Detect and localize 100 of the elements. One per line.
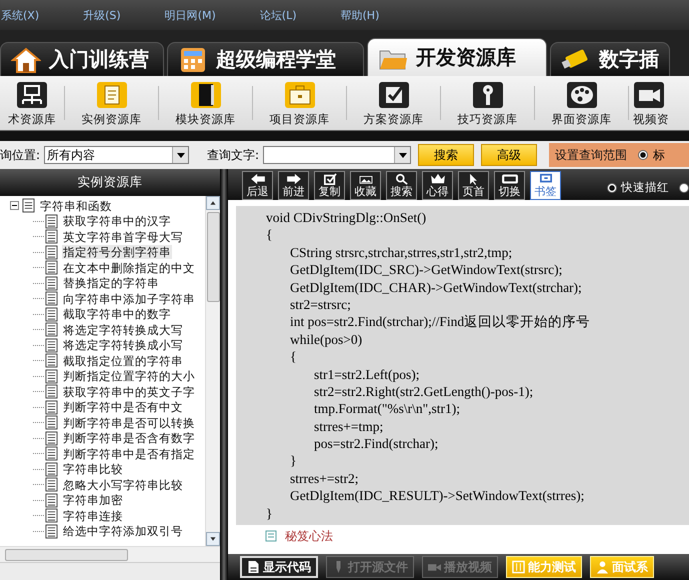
document-icon	[45, 415, 58, 430]
main-tab[interactable]: 开发资源库	[367, 38, 547, 76]
grid-icon	[512, 560, 525, 574]
menu-item[interactable]: 系统(X)	[1, 8, 40, 22]
code-line: GetDlgItem(IDC_SRC)->GetWindowText(strsrc);	[289, 261, 564, 279]
library-button[interactable]: 视频资	[629, 80, 675, 126]
toolbar-button[interactable]: 前进	[278, 171, 309, 200]
scrollbar-thumb[interactable]	[206, 212, 220, 302]
tree-item[interactable]: 指定符号分割字符串	[62, 245, 172, 260]
document-icon	[45, 368, 58, 384]
bottom-button[interactable]: 显示代码	[240, 556, 318, 578]
toolbar-button[interactable]: 页首	[458, 171, 489, 200]
document-icon	[45, 229, 58, 244]
scrollbar-thumb[interactable]	[5, 548, 128, 560]
radio-label: 标	[653, 146, 666, 164]
toolbar-button[interactable]: 收藏	[350, 171, 381, 200]
main-tab[interactable]: 入门训练营	[0, 42, 164, 76]
toolbar-button[interactable]: 搜索	[386, 171, 417, 200]
tree-item[interactable]: 判断字符中是否有中文	[62, 400, 184, 414]
toolbar-button[interactable]: 复制	[314, 171, 345, 200]
toolbar-button[interactable]: 书签	[530, 171, 561, 200]
tab-label: 开发资源库	[416, 44, 516, 71]
library-button[interactable]: 界面资源库	[535, 80, 628, 126]
collapse-toggle[interactable]	[10, 201, 19, 210]
tree-item[interactable]: 截取字符串中的数字	[62, 307, 172, 322]
code-line: }	[289, 452, 298, 470]
library-button[interactable]: 技巧资源库	[441, 80, 534, 126]
tab-label: 数字插	[599, 46, 659, 73]
tree-item[interactable]: 判断字符串中是否有指定	[62, 446, 196, 461]
radio-button[interactable]	[638, 150, 648, 160]
document-icon	[45, 384, 58, 400]
document-icon	[247, 560, 260, 574]
toolbar-button[interactable]: 心得	[422, 171, 453, 200]
tree-item[interactable]: 字符串加密	[62, 493, 124, 508]
code-line: strres+=tmp;	[313, 418, 384, 436]
document-icon	[45, 430, 58, 446]
library-button[interactable]: 方案资源库	[347, 80, 440, 126]
tree-item[interactable]: 判断字符串是否含有数字	[62, 431, 196, 446]
search-button[interactable]: 搜索	[418, 144, 474, 166]
tree-item[interactable]: 判断指定位置字符的大小	[62, 369, 196, 384]
document-icon	[45, 462, 58, 477]
tree-item[interactable]: 将选定字符转换成大写	[62, 322, 184, 337]
radio-button[interactable]	[607, 182, 617, 192]
document-icon	[22, 198, 35, 214]
section-heading: 秘笈心法	[285, 528, 333, 545]
menu-item[interactable]: 明日网(M)	[164, 8, 216, 22]
tree-item[interactable]: 字符串比较	[62, 462, 124, 476]
scope-label: 设置查询范围	[555, 146, 628, 164]
panel-header: 实例资源库	[0, 169, 220, 196]
document-icon	[45, 322, 58, 338]
left-arrow-icon	[248, 173, 266, 185]
tree-item[interactable]: 字符串和函数	[39, 198, 113, 213]
toolbar-button[interactable]: 切换	[494, 171, 525, 200]
code-line: CString strsrc,strchar,strres,str1,str2,tmp;	[289, 244, 514, 262]
tree-item[interactable]: 字符串连接	[62, 508, 124, 523]
search-text-label: 查询文字:	[207, 146, 260, 164]
minus-icon	[10, 201, 19, 210]
code-line: strres+=str2;	[289, 470, 360, 488]
library-button[interactable]: 术资源库	[0, 80, 64, 126]
main-tab[interactable]: 数字插	[550, 42, 670, 76]
document-icon	[45, 400, 58, 415]
code-line: void CDivStringDlg::OnSet()	[266, 209, 428, 226]
library-button[interactable]: 模块资源库	[159, 80, 252, 126]
tree-item[interactable]: 截取指定位置的字符串	[62, 354, 184, 368]
tree-item[interactable]: 替换指定的字符串	[62, 276, 160, 290]
location-label: 询位置:	[0, 146, 40, 164]
tree-item[interactable]: 忽略大小写字符串比较	[62, 478, 184, 492]
tree-item[interactable]: 在文本中删除指定的中文	[62, 260, 196, 275]
tree-item[interactable]: 获取字符串中的英文子字	[62, 384, 196, 399]
document-icon	[45, 291, 58, 306]
house-icon	[11, 46, 41, 72]
menu-item[interactable]: 帮助(H)	[340, 8, 380, 22]
document-icon	[45, 492, 58, 508]
radio-button[interactable]	[679, 182, 689, 192]
code-line: pos=str2.Find(strchar);	[313, 435, 440, 452]
tree-item[interactable]: 判断字符串是否可以转换	[62, 416, 196, 430]
menu-item[interactable]: 升级(S)	[83, 8, 121, 22]
vertical-scrollbar[interactable]	[205, 196, 220, 546]
library-button[interactable]: 项目资源库	[253, 80, 346, 126]
search-text-field[interactable]	[263, 146, 412, 164]
tree-item[interactable]: 给选中字符添加双引号	[62, 524, 184, 538]
main-tab[interactable]: 超级编程学堂	[167, 42, 364, 76]
document-icon	[45, 353, 58, 368]
person-icon	[596, 560, 609, 574]
calculator-icon	[178, 46, 208, 72]
document-icon	[45, 338, 58, 353]
toolbar-button[interactable]: 后退	[242, 171, 273, 200]
tree-item[interactable]: 获取字符串中的汉字	[62, 214, 172, 228]
horizontal-scrollbar[interactable]	[0, 546, 220, 562]
tree-item[interactable]: 英文字符串首字母大写	[62, 230, 184, 244]
document-icon	[45, 477, 58, 492]
code-line: str1=str2.Left(pos);	[313, 366, 420, 383]
code-line: {	[289, 348, 298, 366]
document-icon	[45, 524, 58, 539]
advanced-button[interactable]: 高级	[481, 144, 538, 166]
library-button[interactable]: 实例资源库	[65, 80, 158, 126]
tree-item[interactable]: 向字符串中添加子字符串	[62, 292, 196, 306]
tree-item[interactable]: 将选定字符转换成小写	[62, 338, 184, 352]
menu-item[interactable]: 论坛(L)	[260, 8, 296, 22]
location-dropdown[interactable]: 所有内容	[44, 146, 190, 164]
